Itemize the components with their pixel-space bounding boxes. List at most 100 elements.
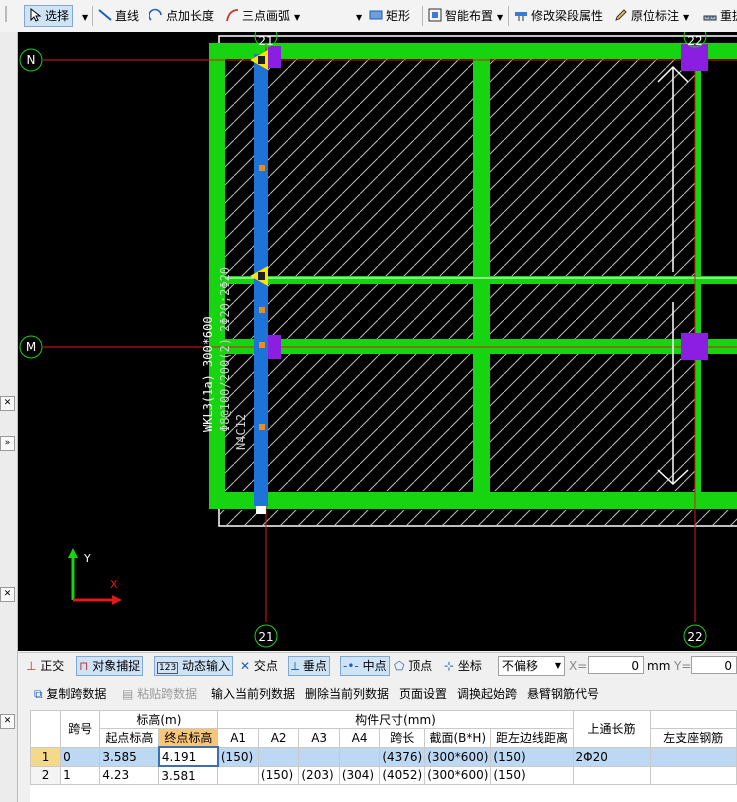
- rect-button[interactable]: 矩形: [369, 5, 410, 27]
- header-a3: A3: [298, 728, 340, 748]
- drawing-toolbar: 选择 ▼ 直线 点加长度 三点画弧 ▼ ▼ 矩形 智能布置 ▼ 修改梁段属性 原位标…: [0, 0, 737, 33]
- header-dims: 构件尺寸(mm): [217, 710, 574, 729]
- span-table: 跨号 标高(m) 构件尺寸(mm) 上通长筋 起点标高 终点标高 A1 A2 A…: [29, 710, 737, 802]
- header-span-no: 跨号: [60, 710, 101, 748]
- left-panel-edge: ✕ » ✕ ✕: [0, 32, 18, 802]
- slab-hatch: [490, 354, 695, 491]
- expand-icon[interactable]: »: [0, 436, 15, 451]
- header-left-support-top: [649, 710, 737, 729]
- re-extract-button[interactable]: 重提: [703, 5, 737, 27]
- cursor-arrow-icon: [28, 7, 42, 22]
- ucs-icon: Y X: [68, 548, 122, 605]
- beam-stirrup-label: Φ8@100/200(2): [218, 338, 232, 432]
- beam-edit-icon: [514, 7, 528, 21]
- coordinate-snap[interactable]: ⊹ 坐标: [444, 656, 482, 676]
- pencil-icon: [614, 7, 628, 21]
- header-start-elev: 起点标高: [99, 728, 160, 748]
- toolbar-divider: [508, 6, 509, 26]
- ortho-icon: ⊥: [26, 659, 37, 673]
- slab-hatch: [490, 58, 695, 277]
- active-cell[interactable]: 4.191: [157, 746, 219, 767]
- midpoint-icon: -•-: [343, 659, 359, 673]
- page-setup-button[interactable]: 页面设置: [399, 685, 447, 703]
- arc-icon: [225, 7, 239, 22]
- y-input[interactable]: 0: [691, 656, 737, 674]
- axis-label-n: N: [27, 53, 36, 67]
- header-section: 截面(B*H): [424, 728, 492, 748]
- perpendicular-icon: ⟂: [291, 659, 300, 673]
- header-a2: A2: [257, 728, 300, 748]
- in-place-mark-button[interactable]: 原位标注 ▼: [614, 5, 689, 27]
- intersection-snap[interactable]: ✕ 交点: [240, 656, 278, 676]
- select-dropdown-arrow[interactable]: ▼: [78, 5, 88, 27]
- dynamic-input-icon: 123: [157, 662, 179, 674]
- delete-column-button[interactable]: 删除当前列数据: [305, 685, 389, 703]
- offset-select[interactable]: 不偏移 ▼: [498, 656, 565, 676]
- cantilever-code-button[interactable]: 悬臂钢筋代号: [527, 685, 599, 703]
- copy-span-button[interactable]: ⧉ 复制跨数据: [34, 685, 106, 703]
- intersection-icon: ✕: [240, 659, 251, 673]
- vertex-icon: ⬠: [394, 659, 405, 673]
- header-span-len: 跨长: [379, 728, 426, 748]
- header-elevation: 标高(m): [99, 710, 219, 729]
- axis-label-22: 22: [687, 630, 702, 644]
- toolbar-divider: [422, 6, 423, 26]
- axis-label-22-top: 22: [687, 34, 702, 48]
- edit-span-props-button[interactable]: 修改梁段属性: [514, 5, 603, 27]
- midpoint-snap[interactable]: -•- 中点: [340, 656, 390, 676]
- paste-span-button[interactable]: ▤ 粘贴跨数据: [122, 685, 197, 703]
- coordinate-icon: ⊹: [444, 659, 455, 673]
- close-icon[interactable]: ✕: [0, 587, 15, 602]
- input-column-button[interactable]: 输入当前列数据: [211, 685, 295, 703]
- slab-hatch: [219, 510, 737, 526]
- axis-label-m: M: [26, 340, 36, 354]
- header-a1: A1: [217, 728, 259, 748]
- drawing-canvas[interactable]: WKL3(1a) 300*600 Φ8@100/200(2) 2Φ20;2Φ20…: [18, 32, 737, 651]
- span-data-toolbar: ⧉ 复制跨数据 ▤ 粘贴跨数据 输入当前列数据 删除当前列数据 页面设置 调换起…: [18, 681, 737, 707]
- vertex-snap[interactable]: ⬠ 顶点: [394, 656, 432, 676]
- grip-handle[interactable]: [4, 5, 8, 27]
- axis-label-21: 21: [258, 630, 273, 644]
- beam-rebar-label: 2Φ20;2Φ20: [218, 267, 232, 332]
- toolbar-divider: [92, 6, 93, 26]
- paste-icon: ▤: [122, 687, 134, 701]
- copy-icon: ⧉: [34, 687, 43, 701]
- table-row[interactable]: 2 1 4.23 3.581 (150) (203) (304) (4052) …: [29, 765, 737, 785]
- dynamic-input-toggle[interactable]: 123 动态输入: [154, 656, 234, 676]
- cad-drawing: WKL3(1a) 300*600 Φ8@100/200(2) 2Φ20;2Φ20…: [19, 32, 737, 648]
- x-input[interactable]: 0: [588, 656, 644, 674]
- beam-label: WKL3(1a) 300*600: [201, 316, 215, 432]
- header-top-rebar: 上通长筋: [572, 710, 651, 748]
- three-point-arc-button[interactable]: 三点画弧 ▼: [225, 5, 300, 27]
- x-unit: mm: [647, 659, 671, 673]
- table-row[interactable]: 1 0 3.585 4.191 (150) (4376) (300*600) (…: [29, 746, 737, 767]
- snap-toolbar: ⊥ 正交 ⊓ 对象捕捉 123 动态输入 ✕ 交点 ⟂ 垂点 -•- 中点 ⬠ …: [18, 652, 737, 679]
- close-icon[interactable]: ✕: [0, 714, 15, 729]
- line-button[interactable]: 直线: [98, 5, 139, 27]
- chevron-down-icon: ▼: [554, 661, 561, 670]
- point-length-button[interactable]: 点加长度: [148, 5, 214, 27]
- smart-layout-button[interactable]: 智能布置 ▼: [428, 5, 503, 27]
- line-icon: [98, 7, 112, 21]
- magnet-icon: ⊓: [79, 659, 89, 673]
- ortho-toggle[interactable]: ⊥ 正交: [26, 656, 64, 676]
- svg-text:Y: Y: [83, 552, 91, 565]
- swap-start-span-button[interactable]: 调换起始跨: [457, 685, 517, 703]
- arc-point-icon: [148, 7, 163, 21]
- header-edge-dist: 距左边线距离: [490, 728, 574, 748]
- slab-hatch: [490, 284, 695, 339]
- select-button[interactable]: 选择: [24, 5, 74, 27]
- axis-label-21-top: 21: [258, 34, 273, 48]
- object-snap-toggle[interactable]: ⊓ 对象捕捉: [76, 656, 144, 676]
- svg-text:X: X: [110, 578, 118, 591]
- close-icon[interactable]: ✕: [0, 396, 15, 411]
- right-gap: [701, 59, 737, 492]
- beam-side-label: N4C12: [234, 414, 248, 450]
- header-a4: A4: [338, 728, 381, 748]
- rectangle-icon: [369, 7, 383, 21]
- perpendicular-snap[interactable]: ⟂ 垂点: [288, 656, 330, 676]
- arc-dropdown-arrow[interactable]: ▼: [352, 5, 362, 27]
- corner-cell: [29, 710, 62, 748]
- grid-layout-icon: [428, 7, 442, 22]
- y-label: Y=: [674, 659, 692, 673]
